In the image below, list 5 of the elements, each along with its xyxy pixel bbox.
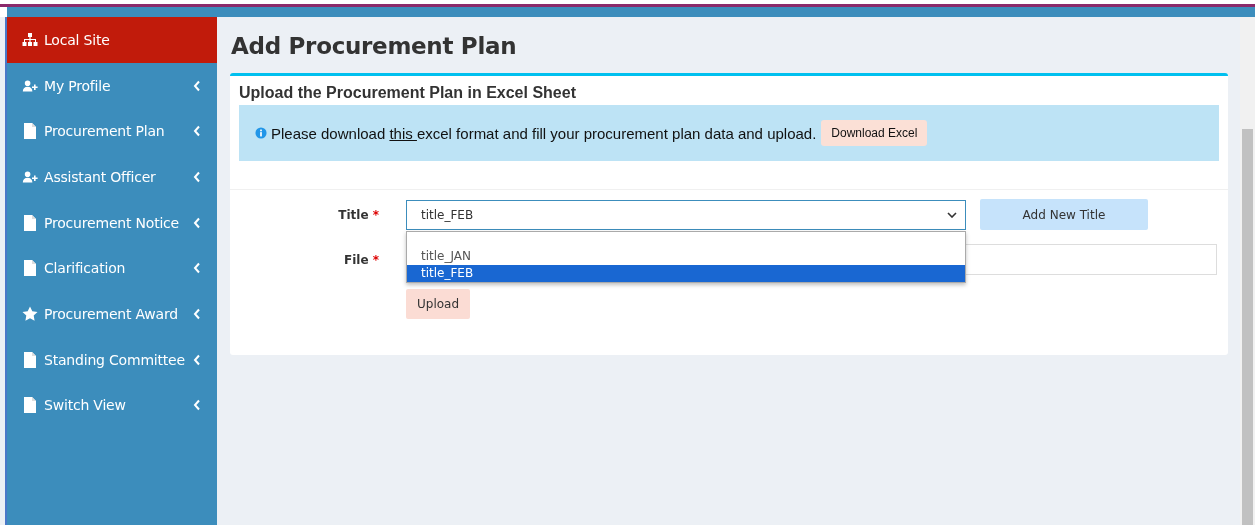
notice-text: Please download this excel format and fill your procurement plan data and upload. xyxy=(271,124,817,142)
title-label: Title * xyxy=(337,207,379,222)
card-heading: Upload the Procurement Plan in Excel Sheet xyxy=(239,84,577,102)
file-label: File * xyxy=(342,252,379,267)
page-title: Add Procurement Plan xyxy=(231,33,518,59)
